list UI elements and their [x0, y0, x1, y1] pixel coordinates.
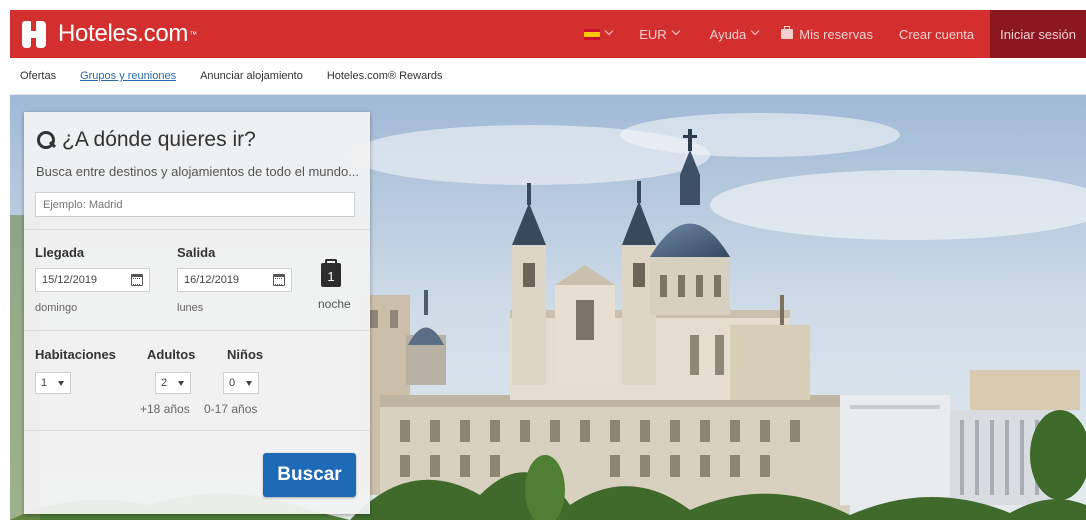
divider	[24, 430, 370, 431]
spain-flag-icon	[584, 28, 601, 40]
hotels-h-logo-icon	[20, 19, 50, 49]
calendar-icon[interactable]	[273, 274, 285, 286]
checkout-date-field[interactable]: 16/12/2019	[177, 268, 292, 292]
rooms-select[interactable]: 1	[35, 372, 71, 394]
children-label: Niños	[227, 347, 264, 362]
adults-hint: +18 años	[140, 402, 190, 416]
checkin-date-field[interactable]: 15/12/2019	[35, 268, 150, 292]
chevron-down-icon	[605, 28, 613, 36]
divider	[24, 229, 370, 230]
dropdown-arrow-icon	[178, 381, 184, 386]
checkout-date-value: 16/12/2019	[184, 274, 240, 286]
night-counter-icon: 1	[321, 259, 341, 287]
destination-input[interactable]	[35, 192, 355, 217]
subnav-item-list-property[interactable]: Anunciar alojamiento	[200, 70, 303, 82]
brand-trademark: ™	[189, 29, 198, 39]
dropdown-arrow-icon	[246, 381, 252, 386]
secondary-nav: Ofertas Grupos y reuniones Anunciar aloj…	[10, 58, 1086, 95]
adults-label: Adultos	[147, 347, 196, 362]
help-menu[interactable]: Ayuda	[710, 10, 760, 58]
brand-logo[interactable]: Hoteles.com ™	[20, 10, 197, 58]
dropdown-arrow-icon	[58, 381, 64, 386]
search-panel-heading: ¿A dónde quieres ir?	[36, 128, 256, 152]
adults-select[interactable]: 2	[155, 372, 191, 394]
adults-value: 2	[161, 377, 168, 389]
search-subtitle: Busca entre destinos y alojamientos de t…	[36, 164, 360, 179]
subnav-item-rewards[interactable]: Hoteles.com® Rewards	[327, 70, 443, 82]
checkin-label: Llegada	[35, 245, 85, 260]
rooms-value: 1	[41, 377, 48, 389]
my-bookings-label: Mis reservas	[799, 26, 873, 42]
currency-label: EUR	[639, 26, 667, 42]
chevron-down-icon	[672, 28, 680, 36]
children-select[interactable]: 0	[223, 372, 259, 394]
my-bookings-link[interactable]: Mis reservas	[781, 10, 873, 58]
header-nav: EUR Ayuda Mis reservas Crear cuenta Inic…	[584, 10, 1086, 58]
search-title: ¿A dónde quieres ir?	[62, 128, 256, 151]
search-button[interactable]: Buscar	[263, 453, 356, 497]
currency-selector[interactable]: EUR	[639, 10, 679, 58]
calendar-icon[interactable]	[131, 274, 143, 286]
search-icon	[36, 130, 56, 150]
checkout-label: Salida	[177, 245, 216, 260]
checkin-weekday: domingo	[35, 302, 78, 314]
subnav-item-offers[interactable]: Ofertas	[20, 70, 56, 82]
create-account-link[interactable]: Crear cuenta	[899, 10, 974, 58]
language-selector[interactable]	[584, 10, 613, 58]
divider	[24, 330, 370, 331]
briefcase-icon	[781, 26, 794, 39]
sign-in-button[interactable]: Iniciar sesión	[990, 10, 1086, 58]
chevron-down-icon	[751, 28, 759, 36]
nights-label: noche	[318, 297, 351, 311]
help-label: Ayuda	[709, 26, 747, 42]
children-value: 0	[229, 377, 236, 389]
top-header: Hoteles.com ™ EUR Ayuda Mis reservas Crea…	[10, 10, 1086, 58]
checkout-weekday: lunes	[177, 302, 204, 314]
brand-name: Hoteles.com	[58, 20, 189, 47]
checkin-date-value: 15/12/2019	[42, 274, 98, 286]
subnav-item-groups[interactable]: Grupos y reuniones	[80, 70, 176, 82]
children-hint: 0-17 años	[204, 402, 258, 416]
rooms-label: Habitaciones	[35, 347, 116, 362]
